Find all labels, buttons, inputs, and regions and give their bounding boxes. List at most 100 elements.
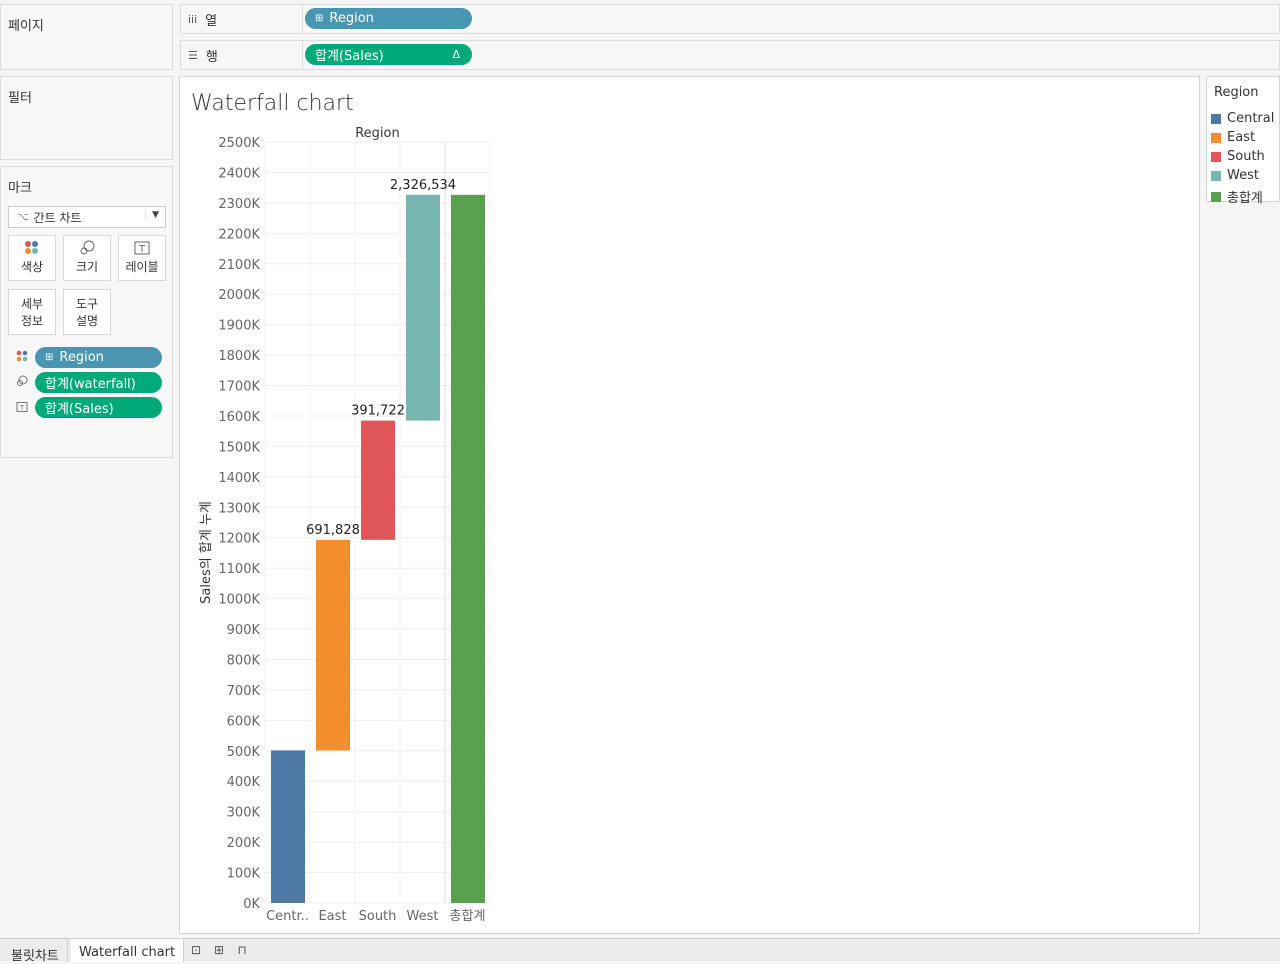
legend-item[interactable]: 총합계 — [1211, 187, 1263, 206]
y-tick-label: 600K — [227, 714, 261, 729]
new-story-icon[interactable]: ⊓ — [231, 943, 253, 957]
marks-pill-sales[interactable]: 합계(Sales) — [35, 397, 162, 418]
legend-item-label: Central — [1227, 111, 1275, 126]
bar-east — [316, 539, 350, 751]
legend-item-label: East — [1227, 130, 1256, 145]
y-axis-label: Sales의 합계 누계 — [199, 501, 214, 604]
y-tick-label: 1000K — [218, 593, 260, 608]
filters-panel[interactable]: 필터 — [0, 76, 173, 160]
detail-label-2: 정보 — [20, 314, 44, 328]
label-icon: T — [119, 240, 165, 260]
y-tick-label: 2000K — [218, 288, 260, 303]
legend-swatch — [1211, 191, 1221, 202]
columns-shelf[interactable]: iii 열 ⊞ Region — [180, 4, 1280, 34]
size-icon — [16, 375, 28, 390]
svg-text:T: T — [138, 244, 146, 255]
y-tick-label: 1300K — [218, 501, 260, 516]
tab-waterfall-chart-label: Waterfall chart — [79, 945, 176, 960]
color-button-label: 색상 — [20, 260, 44, 274]
legend-title: Region — [1214, 85, 1259, 100]
bar-south — [361, 420, 395, 540]
rows-pill-label: 합계(Sales) — [315, 49, 384, 64]
marks-pill-waterfall-label: 합계(waterfall) — [45, 377, 136, 392]
legend-swatch — [1211, 151, 1221, 162]
bar-central — [271, 750, 305, 903]
marks-pill-region[interactable]: ⊞ Region — [35, 347, 162, 368]
y-tick-label: 300K — [227, 806, 261, 821]
rows-shelf[interactable]: ☰ 행 합계(Sales) Δ — [180, 40, 1280, 70]
marks-pill-sales-label: 합계(Sales) — [45, 402, 114, 417]
region-header: Region — [355, 126, 400, 141]
mark-type-dropdown[interactable]: ⌥ 간트 차트 ▼ — [8, 206, 166, 228]
rows-shelf-label: ☰ 행 — [181, 41, 303, 69]
x-tick-label: East — [318, 909, 346, 924]
filters-title: 필터 — [8, 91, 32, 106]
tooltip-button[interactable]: 도구 설명 — [63, 289, 111, 335]
y-tick-label: 500K — [227, 745, 261, 760]
y-tick-label: 1800K — [218, 349, 260, 364]
legend-item[interactable]: South — [1211, 149, 1265, 164]
x-tick-label: South — [359, 909, 397, 924]
waterfall-chart: 0K 100K 200K 300K 400K 500K 600K 700K 800K 900K 10… — [199, 126, 491, 924]
columns-label-text: 열 — [205, 13, 218, 29]
y-tick-label: 200K — [227, 836, 261, 851]
y-tick-label: 2100K — [218, 258, 260, 273]
color-button[interactable]: 색상 — [8, 235, 56, 281]
x-tick-label: 총합계 — [450, 909, 486, 924]
y-tick-label: 1200K — [218, 532, 260, 547]
legend-item[interactable]: Central — [1211, 111, 1274, 126]
gantt-icon: ⌥ — [17, 211, 29, 223]
chart-panel: Waterfall chart 0K 100K 200K 300K 400K 500K 60… — [179, 76, 1200, 934]
y-tick-label: 1600K — [218, 410, 260, 425]
tooltip-label-2: 설명 — [75, 314, 99, 328]
tab-bullet-chart[interactable]: 불릿차트 — [3, 939, 68, 964]
region-legend: Region Central East South West 총합계 — [1206, 76, 1280, 206]
chevron-down-icon[interactable]: ▼ — [145, 210, 159, 220]
rows-pill-sales[interactable]: 합계(Sales) Δ — [305, 44, 472, 65]
y-tick-label: 1700K — [218, 380, 260, 395]
y-tick-label: 1900K — [218, 319, 260, 334]
pages-panel[interactable]: 페이지 — [0, 4, 173, 70]
y-tick-label: 800K — [227, 653, 261, 668]
y-tick-label: 400K — [227, 775, 261, 790]
marks-pill-waterfall[interactable]: 합계(waterfall) — [35, 372, 162, 393]
legend-item[interactable]: East — [1211, 130, 1255, 145]
label-button[interactable]: T 레이블 — [118, 235, 166, 281]
detail-label-1: 세부 — [20, 297, 44, 311]
new-sheet-icon[interactable]: ⊡ — [185, 943, 207, 957]
y-tick-label: 700K — [227, 684, 261, 699]
x-tick-label: West — [407, 909, 439, 924]
y-tick-label: 100K — [227, 867, 261, 882]
tab-bullet-chart-label: 불릿차트 — [11, 949, 59, 964]
y-tick-label: 1500K — [218, 440, 260, 455]
rows-icon: ☰ — [188, 48, 198, 62]
columns-icon: iii — [188, 12, 198, 26]
dimension-icon: ⊞ — [45, 352, 54, 363]
detail-button[interactable]: 세부 정보 — [8, 289, 56, 335]
legend-item[interactable]: West — [1211, 168, 1259, 183]
dimension-icon: ⊞ — [315, 13, 324, 24]
y-tick-label: 2200K — [218, 227, 260, 242]
new-dashboard-icon[interactable]: ⊞ — [208, 943, 230, 957]
marks-panel: 마크 ⌥ 간트 차트 ▼ 색상 크기 T 레이블 세부 정보 도구 설명 ⊞ R… — [0, 166, 173, 458]
label-icon: T — [16, 401, 28, 416]
bar-총합계 — [451, 194, 485, 903]
size-button[interactable]: 크기 — [63, 235, 111, 281]
columns-pill-region[interactable]: ⊞ Region — [305, 8, 472, 29]
table-calc-delta-icon: Δ — [452, 48, 460, 61]
size-icon — [64, 240, 110, 260]
color-dots-icon — [16, 350, 28, 365]
size-button-label: 크기 — [75, 260, 99, 274]
marks-title: 마크 — [8, 181, 32, 196]
x-tick-label: Centr.. — [266, 909, 309, 924]
rows-label-text: 행 — [205, 49, 218, 65]
legend-item-label: South — [1227, 149, 1265, 164]
legend-swatch — [1211, 132, 1221, 143]
y-tick-label: 900K — [227, 623, 261, 638]
tab-waterfall-chart[interactable]: Waterfall chart — [71, 939, 185, 962]
data-label: 691,828 — [306, 523, 360, 538]
data-label: 2,326,534 — [390, 178, 456, 193]
y-tick-label: 2500K — [218, 136, 260, 151]
pages-title: 페이지 — [8, 19, 44, 34]
legend-item-label: West — [1227, 168, 1259, 183]
